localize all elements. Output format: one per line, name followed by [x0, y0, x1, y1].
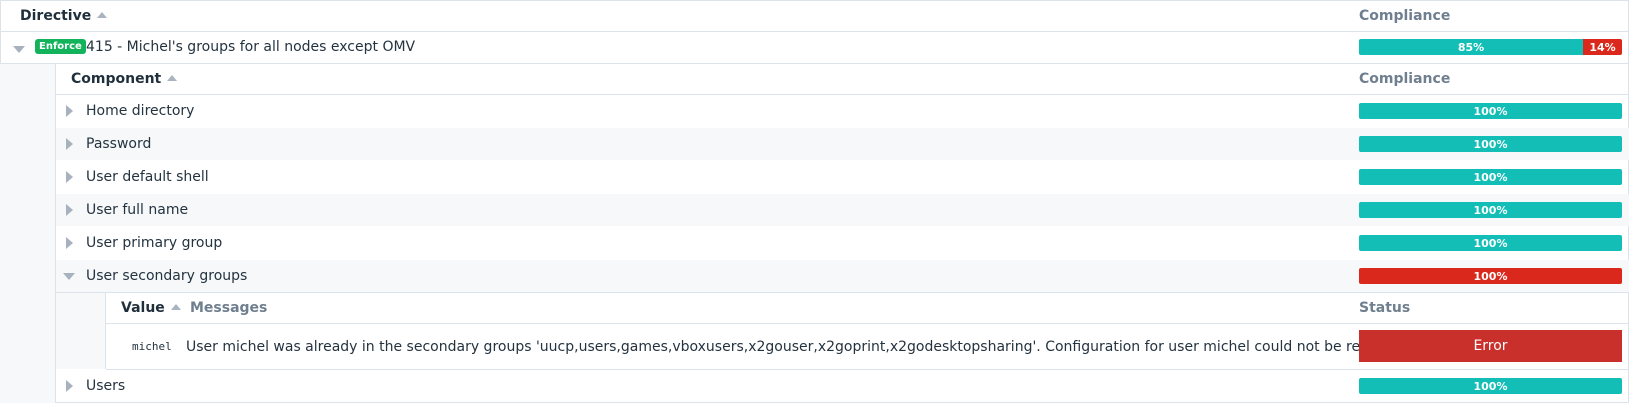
component-compliance-bar: 100% — [1359, 378, 1622, 394]
status-error-badge: Error — [1359, 330, 1622, 362]
directive-row[interactable]: Enforce 415 - Michel's groups for all no… — [0, 31, 1629, 64]
bar-label: 100% — [1473, 137, 1508, 151]
component-row-user-default-shell[interactable]: User default shell 100% — [56, 161, 1629, 193]
value-column-header[interactable]: Value — [121, 300, 181, 316]
bar-label: 100% — [1473, 269, 1508, 283]
message-cell: User michel was already in the secondary… — [186, 338, 1405, 355]
component-label: User default shell — [86, 169, 209, 185]
component-compliance-bar: 100% — [1359, 235, 1622, 251]
component-row-user-primary-group[interactable]: User primary group 100% — [56, 227, 1629, 259]
value-header-row: Value Messages Status — [106, 293, 1629, 324]
component-label: Users — [86, 378, 126, 394]
sort-asc-icon — [167, 75, 178, 81]
indent-gutter — [0, 64, 56, 403]
value-row: michel User michel was already in the se… — [106, 324, 1629, 370]
chevron-right-icon[interactable] — [66, 380, 73, 392]
error-percent: 14% — [1589, 40, 1616, 54]
status-column-header: Status — [1359, 300, 1411, 316]
component-compliance-bar: 100% — [1359, 103, 1622, 119]
directive-column-header[interactable]: Directive — [20, 8, 108, 24]
component-row-user-full-name[interactable]: User full name 100% — [56, 194, 1629, 226]
component-label: Home directory — [86, 103, 195, 119]
sort-asc-icon — [170, 304, 181, 310]
component-row-user-secondary-groups[interactable]: User secondary groups 100% — [56, 260, 1629, 293]
success-percent: 85% — [1457, 40, 1485, 54]
bar-label: 100% — [1473, 203, 1508, 217]
component-compliance-bar: 100% — [1359, 268, 1622, 284]
component-compliance-bar: 100% — [1359, 202, 1622, 218]
value-header-label: Value — [121, 300, 165, 316]
directive-header-label: Directive — [20, 8, 92, 24]
nested-indent-gutter — [56, 293, 106, 369]
chevron-right-icon[interactable] — [66, 204, 73, 216]
bar-label: 100% — [1473, 236, 1508, 250]
sort-asc-icon — [97, 12, 108, 18]
component-compliance-bar: 100% — [1359, 169, 1622, 185]
bar-label: 100% — [1473, 104, 1508, 118]
component-label: User full name — [86, 202, 189, 218]
directive-compliance-bar: 85% 14% — [1359, 39, 1622, 55]
component-compliance-header: Compliance — [1359, 71, 1451, 87]
enforce-badge: Enforce — [35, 39, 86, 54]
directive-compliance-header: Compliance — [1359, 8, 1451, 24]
component-compliance-bar: 100% — [1359, 136, 1622, 152]
value-cell: michel — [132, 340, 172, 353]
component-label: User primary group — [86, 235, 223, 251]
component-header-label: Component — [71, 71, 162, 87]
bar-label: 100% — [1473, 170, 1508, 184]
compliance-report: Directive Compliance Enforce 415 - Miche… — [0, 0, 1629, 403]
component-row-home-directory[interactable]: Home directory 100% — [56, 95, 1629, 127]
chevron-right-icon[interactable] — [66, 138, 73, 150]
component-row-users[interactable]: Users 100% — [56, 370, 1629, 403]
component-header-row: Component Compliance — [56, 64, 1629, 95]
messages-column-header[interactable]: Messages — [190, 300, 267, 316]
component-label: Password — [86, 136, 152, 152]
chevron-down-icon[interactable] — [13, 46, 25, 53]
chevron-right-icon[interactable] — [66, 237, 73, 249]
directive-header-row: Directive Compliance — [0, 0, 1629, 32]
component-label: User secondary groups — [86, 268, 248, 284]
chevron-down-icon[interactable] — [63, 273, 75, 280]
bar-label: 100% — [1473, 379, 1508, 393]
compliance-success-segment: 85% — [1359, 39, 1583, 55]
component-column-header[interactable]: Component — [71, 71, 178, 87]
directive-name: 415 - Michel's groups for all nodes exce… — [86, 39, 416, 55]
component-row-password[interactable]: Password 100% — [56, 128, 1629, 160]
chevron-right-icon[interactable] — [66, 171, 73, 183]
compliance-error-segment: 14% — [1583, 39, 1622, 55]
chevron-right-icon[interactable] — [66, 105, 73, 117]
